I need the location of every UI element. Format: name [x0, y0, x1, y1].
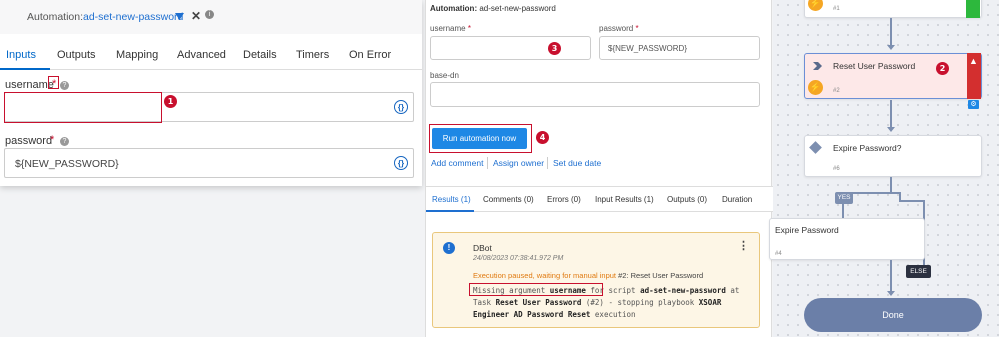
entry-author: DBot [473, 243, 492, 253]
connector [890, 260, 892, 292]
tab-input-results[interactable]: Input Results (1) [595, 195, 654, 204]
tab-mapping[interactable]: Mapping [116, 49, 158, 61]
username-input-highlight [4, 92, 162, 123]
condition-node-expire-password[interactable]: Expire Password? #6 [804, 135, 982, 177]
password-required-marker: * [50, 134, 55, 146]
more-options-icon[interactable]: ⋮ [738, 241, 749, 252]
link-divider [547, 157, 548, 169]
automation-bolt-icon: ⚡ [808, 80, 823, 95]
link-divider [487, 157, 488, 169]
tab-outputs[interactable]: Outputs (0) [667, 195, 707, 204]
password-label: password [5, 135, 53, 147]
automation-name-link[interactable]: ad-set-new-password [83, 11, 183, 23]
tab-inputs[interactable]: Inputs [6, 49, 36, 61]
alert-icon: ! [443, 242, 455, 254]
connector-arrow [887, 291, 895, 296]
warning-icon: ▲ [969, 56, 978, 66]
yes-branch-label: YES [835, 192, 853, 204]
connector [899, 200, 925, 202]
connector-arrow [887, 127, 895, 132]
help-icon[interactable]: ? [60, 137, 69, 146]
tab-errors[interactable]: Errors (0) [547, 195, 581, 204]
info-icon[interactable]: i [205, 10, 214, 19]
run-button-highlight [429, 124, 532, 153]
expression-editor-icon[interactable]: {} [394, 100, 408, 114]
username-input[interactable] [430, 36, 591, 60]
callout-1: 1 [164, 95, 177, 108]
help-icon[interactable]: ? [60, 81, 69, 90]
password-input[interactable]: ${NEW_PASSWORD} [599, 36, 760, 60]
base-dn-label: base-dn [430, 71, 459, 80]
connector [890, 18, 892, 46]
tab-timers[interactable]: Timers [296, 49, 329, 61]
task-editor-panel: Automation: ad-set-new-password ✕ i Inpu… [0, 0, 422, 186]
tab-on-error[interactable]: On Error [349, 49, 391, 61]
expression-editor-icon[interactable]: {} [394, 156, 408, 170]
callout-4: 4 [536, 131, 549, 144]
task-node-1[interactable]: ⚡ #1 [804, 0, 982, 18]
else-branch-label: ELSE [906, 265, 931, 278]
work-plan-panel: Automation: ad-set-new-password username… [425, 0, 773, 337]
entry-timestamp: 24/08/2023 07:38:41.972 PM [473, 255, 564, 262]
done-node[interactable]: Done [804, 298, 982, 332]
dropdown-caret-icon[interactable] [175, 12, 184, 23]
result-entry-card: ! DBot 24/08/2023 07:38:41.972 PM ⋮ Exec… [432, 232, 760, 328]
tab-comments[interactable]: Comments (0) [483, 195, 534, 204]
automation-label: Automation: [27, 11, 84, 23]
results-tabs: Results (1) Comments (0) Errors (0) Inpu… [426, 186, 773, 212]
base-dn-input[interactable] [430, 82, 760, 107]
tab-duration[interactable]: Duration [722, 195, 752, 204]
password-input[interactable]: ${NEW_PASSWORD} [4, 148, 414, 178]
tab-outputs[interactable]: Outputs [57, 49, 96, 61]
tab-results[interactable]: Results (1) [432, 195, 471, 204]
connector [890, 177, 892, 193]
username-label: username * [430, 24, 471, 33]
missing-argument-highlight [469, 283, 603, 296]
task-node-reset-user-password[interactable]: Reset User Password ⚡ #2 [804, 53, 982, 99]
active-tab-indicator [0, 68, 50, 70]
task-editor-header: Automation: ad-set-new-password ✕ i [0, 0, 422, 34]
tab-details[interactable]: Details [243, 49, 277, 61]
set-due-date-link[interactable]: Set due date [553, 158, 601, 168]
task-node-expire-password[interactable]: Expire Password #4 [769, 218, 925, 260]
automation-label: Automation: ad-set-new-password [430, 4, 556, 13]
required-marker-highlight [48, 76, 59, 89]
assign-owner-link[interactable]: Assign owner [493, 158, 544, 168]
callout-2: 2 [936, 62, 949, 75]
add-comment-link[interactable]: Add comment [431, 158, 483, 168]
settings-gear-icon[interactable]: ⚙ [968, 100, 979, 109]
error-status-bar: ▲ [967, 53, 981, 99]
playbook-canvas[interactable]: ⚡ #1 Reset User Password ⚡ #2 ▲ ⚙ 2 Expi… [769, 0, 999, 337]
active-tab-indicator [426, 210, 474, 212]
entry-status: Execution paused, waiting for manual inp… [473, 271, 704, 280]
task-tabs: Inputs Outputs Mapping Advanced Details … [0, 40, 422, 70]
tab-advanced[interactable]: Advanced [177, 49, 226, 61]
connector [842, 204, 844, 218]
connector-arrow [887, 45, 895, 50]
username-label: username [5, 79, 54, 91]
clear-icon[interactable]: ✕ [191, 9, 201, 23]
callout-3: 3 [548, 42, 561, 55]
automation-bolt-icon: ⚡ [808, 0, 823, 11]
completed-status-bar [966, 0, 980, 18]
connector [890, 100, 892, 128]
chevron-right-icon [813, 62, 822, 73]
password-label: password * [599, 24, 639, 33]
condition-diamond-icon [809, 141, 822, 154]
